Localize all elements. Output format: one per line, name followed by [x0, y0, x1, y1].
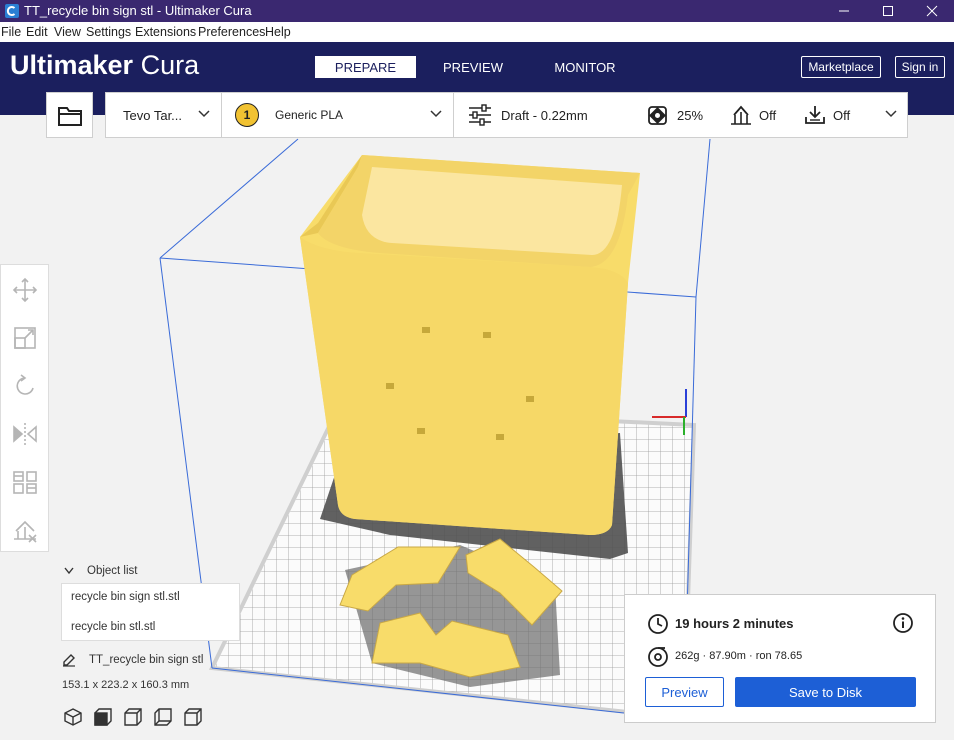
- extruder-badge: 1: [235, 103, 259, 127]
- move-tool-icon[interactable]: [12, 277, 38, 303]
- infill-value: 25%: [677, 108, 704, 123]
- chevron-down-icon: [198, 110, 210, 118]
- menu-help[interactable]: Help: [265, 25, 291, 39]
- view-front-icon[interactable]: [93, 707, 113, 727]
- support-value: Off: [759, 108, 777, 123]
- menu-settings[interactable]: Settings: [86, 25, 131, 39]
- view-top-icon[interactable]: [123, 707, 143, 727]
- menu-bar: File Edit View Settings Extensions Prefe…: [0, 22, 954, 42]
- object-list-header[interactable]: Object list: [87, 565, 138, 577]
- menu-edit[interactable]: Edit: [26, 25, 48, 39]
- clock-icon: [648, 614, 668, 634]
- model-dimensions: 153.1 x 223.2 x 160.3 mm: [62, 679, 190, 691]
- sign-in-button[interactable]: Sign in: [895, 56, 945, 78]
- menu-view[interactable]: View: [54, 25, 81, 39]
- infill-icon: [648, 106, 667, 125]
- minimize-icon: [839, 10, 849, 12]
- menu-preferences[interactable]: Preferences: [198, 25, 265, 39]
- view-left-icon[interactable]: [153, 707, 173, 727]
- minimize-button[interactable]: [826, 0, 862, 22]
- chevron-down-icon: [885, 110, 897, 118]
- rotate-tool-icon[interactable]: [12, 373, 38, 399]
- sliders-icon: [469, 104, 491, 126]
- logo-bold-text: Ultimaker: [10, 50, 134, 80]
- material-usage: 262g · 87.90m · ron 78.65: [675, 650, 803, 662]
- view-3d-icon[interactable]: [63, 707, 83, 727]
- object-list: recycle bin sign stl.stl recycle bin stl…: [61, 583, 240, 641]
- tool-panel: [0, 264, 49, 552]
- menu-file[interactable]: File: [1, 25, 21, 39]
- menu-extensions[interactable]: Extensions: [135, 25, 196, 39]
- save-to-disk-button[interactable]: Save to Disk: [735, 677, 916, 707]
- material-name: Generic PLA: [275, 108, 344, 122]
- printer-name: Tevo Tar...: [123, 108, 183, 123]
- view-right-icon[interactable]: [183, 707, 203, 727]
- filament-spool-icon: [648, 647, 668, 667]
- recycle-bin-model: [300, 155, 640, 535]
- print-summary-panel: 19 hours 2 minutes 262g · 87.90m · ron 7…: [624, 594, 936, 723]
- cura-app-icon: [5, 4, 19, 18]
- project-name: TT_recycle bin sign stl: [89, 654, 204, 666]
- open-file-button[interactable]: [46, 92, 93, 138]
- logo-light-text: Cura: [140, 50, 200, 80]
- app-logo: Ultimaker Cura: [10, 50, 199, 81]
- list-item[interactable]: recycle bin stl.stl: [71, 621, 155, 633]
- stage-monitor-tab[interactable]: MONITOR: [540, 56, 630, 78]
- close-icon: [926, 5, 938, 17]
- folder-icon: [58, 107, 82, 126]
- marketplace-button[interactable]: Marketplace: [801, 56, 881, 78]
- info-icon[interactable]: [892, 612, 914, 634]
- list-item[interactable]: recycle bin sign stl.stl: [71, 591, 180, 603]
- stage-preview-tab[interactable]: PREVIEW: [432, 56, 514, 78]
- window-title: TT_recycle bin sign stl - Ultimaker Cura: [24, 3, 252, 18]
- profile-name: Draft - 0.22mm: [501, 108, 588, 123]
- mirror-tool-icon[interactable]: [12, 421, 38, 447]
- print-time: 19 hours 2 minutes: [675, 616, 794, 631]
- chevron-down-icon: [430, 110, 442, 118]
- per-model-settings-icon[interactable]: [12, 469, 38, 495]
- support-icon: [731, 105, 751, 125]
- collapse-chevron-icon[interactable]: [64, 567, 74, 575]
- support-blocker-icon[interactable]: [12, 517, 38, 543]
- adhesion-value: Off: [833, 108, 851, 123]
- adhesion-icon: [805, 106, 825, 124]
- stage-prepare-tab[interactable]: PREPARE: [315, 56, 416, 78]
- maximize-button[interactable]: [870, 0, 906, 22]
- maximize-icon: [883, 6, 893, 16]
- pencil-icon[interactable]: [62, 653, 76, 667]
- close-button[interactable]: [914, 0, 950, 22]
- title-bar: TT_recycle bin sign stl - Ultimaker Cura: [0, 0, 954, 22]
- scale-tool-icon[interactable]: [12, 325, 38, 351]
- preview-button[interactable]: Preview: [645, 677, 724, 707]
